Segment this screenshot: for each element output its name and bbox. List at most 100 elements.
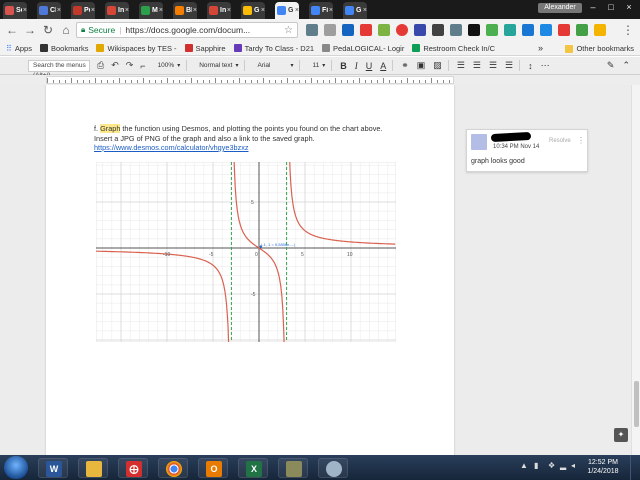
tray-expand-icon[interactable]: ▲ <box>520 461 528 470</box>
tab-close-icon[interactable]: × <box>329 7 333 14</box>
taskbar-word[interactable]: W <box>38 458 68 478</box>
tab-close-icon[interactable]: × <box>363 7 367 14</box>
insert-image-icon[interactable]: ▨ <box>433 60 442 71</box>
bookmark-item[interactable]: PedaLOGICAL- Logir <box>322 44 404 53</box>
bookmark-item[interactable]: Sapphire <box>184 44 226 53</box>
bookmark-star-icon[interactable]: ☆ <box>284 25 293 36</box>
font-select[interactable]: Arial ▾ <box>257 62 293 69</box>
redo-icon[interactable]: ↷ <box>126 60 134 71</box>
extension-icon[interactable] <box>306 24 318 36</box>
text-color-icon[interactable]: A <box>380 61 386 71</box>
browser-tab[interactable]: In × <box>105 2 129 19</box>
taskbar-outlook[interactable]: O <box>198 458 228 478</box>
extension-icon[interactable] <box>396 24 408 36</box>
tab-close-icon[interactable]: × <box>261 7 265 14</box>
volume-icon[interactable]: ◂ <box>571 461 575 470</box>
tab-close-icon[interactable]: × <box>57 7 61 14</box>
browser-tab[interactable]: G × <box>241 2 265 19</box>
extension-icon[interactable] <box>540 24 552 36</box>
address-bar[interactable]: 🔒︎ Secure | https://docs.google.com/docu… <box>76 22 298 38</box>
desmos-link[interactable]: https://www.desmos.com/calculator/vhgye3… <box>94 143 249 152</box>
tab-close-icon[interactable]: × <box>295 7 299 14</box>
browser-tab[interactable]: G × <box>343 2 367 19</box>
extension-icon[interactable] <box>594 24 606 36</box>
taskbar-app[interactable] <box>278 458 308 478</box>
extension-icon[interactable] <box>522 24 534 36</box>
insert-link-icon[interactable]: ⚭ <box>401 60 409 71</box>
underline-icon[interactable]: U <box>366 61 373 71</box>
tab-close-icon[interactable]: × <box>23 7 27 14</box>
extension-icon[interactable] <box>558 24 570 36</box>
vertical-scrollbar[interactable] <box>631 85 640 455</box>
comment-card[interactable]: 10:34 PM Nov 14 Resolve ⋮ graph looks go… <box>466 129 588 172</box>
browser-tab[interactable]: In × <box>207 2 231 19</box>
tab-close-icon[interactable]: × <box>125 7 129 14</box>
taskbar-app[interactable] <box>318 458 348 478</box>
browser-tab[interactable]: Fi × <box>309 2 333 19</box>
scrollbar-thumb[interactable] <box>634 381 639 427</box>
maximize-icon[interactable]: □ <box>602 1 620 13</box>
browser-tab[interactable]: Pe× <box>71 2 95 19</box>
comment-more-icon[interactable]: ⋮ <box>577 136 585 145</box>
font-size-select[interactable]: 11 ▾ <box>312 62 325 69</box>
back-icon[interactable]: ← <box>4 22 20 38</box>
dropbox-icon[interactable]: ❖ <box>548 461 555 470</box>
paint-format-icon[interactable]: ⌐ <box>140 61 145 71</box>
taskbar-excel[interactable]: X <box>238 458 268 478</box>
bookmark-item[interactable]: Restroom Check In/C <box>412 44 495 53</box>
reload-icon[interactable]: ↻ <box>40 22 56 38</box>
more-bookmarks-icon[interactable]: » <box>538 41 543 56</box>
wifi-icon[interactable]: ▂ <box>560 461 566 470</box>
justify-icon[interactable]: ☰ <box>505 60 513 71</box>
tab-close-icon[interactable]: × <box>227 7 231 14</box>
editing-mode-icon[interactable]: ✎ <box>607 60 615 71</box>
align-right-icon[interactable]: ☰ <box>489 60 497 71</box>
bookmark-item[interactable]: Bookmarks <box>39 44 88 53</box>
url-text[interactable]: https://docs.google.com/docum... <box>125 25 284 35</box>
document-page[interactable]: f. Graph the function using Desmos, and … <box>46 85 454 455</box>
close-window-icon[interactable]: × <box>620 1 638 13</box>
extension-icon[interactable] <box>414 24 426 36</box>
align-center-icon[interactable]: ☰ <box>473 60 481 71</box>
print-icon[interactable]: ⎙ <box>97 60 104 71</box>
browser-tab[interactable]: G × <box>275 2 299 19</box>
align-left-icon[interactable]: ☰ <box>457 60 465 71</box>
zoom-select[interactable]: 100% ▾ <box>158 62 181 69</box>
undo-icon[interactable]: ↶ <box>111 60 119 71</box>
explore-icon[interactable]: ✦ <box>614 428 628 442</box>
tab-close-icon[interactable]: × <box>159 7 163 14</box>
collapse-toolbar-icon[interactable]: ⌃ <box>622 60 630 71</box>
tab-close-icon[interactable]: × <box>91 7 95 14</box>
clock[interactable]: 12:52 PM 1/24/2018 <box>582 458 624 476</box>
extension-icon[interactable] <box>450 24 462 36</box>
extension-icon[interactable] <box>468 24 480 36</box>
line-spacing-icon[interactable]: ↕ <box>528 61 533 71</box>
show-desktop-button[interactable] <box>630 455 640 480</box>
browser-tab[interactable]: M × <box>139 2 163 19</box>
insert-comment-icon[interactable]: ▣ <box>417 60 426 71</box>
browser-tab[interactable]: Bl× <box>173 2 197 19</box>
bookmark-item[interactable]: Tardy To Class - D21 <box>233 44 314 53</box>
other-bookmarks[interactable]: Other bookmarks <box>565 41 634 56</box>
resolve-button[interactable]: Resolve <box>549 138 571 144</box>
browser-tab[interactable]: Cl× <box>37 2 61 19</box>
bookmark-item[interactable]: Wikispaces by TES - <box>96 44 177 53</box>
home-icon[interactable]: ⌂ <box>58 22 74 38</box>
extension-icon[interactable] <box>360 24 372 36</box>
extension-icon[interactable] <box>504 24 516 36</box>
tab-close-icon[interactable]: × <box>193 7 197 14</box>
extension-icon[interactable] <box>576 24 588 36</box>
question-paragraph[interactable]: f. Graph the function using Desmos, and … <box>94 124 394 153</box>
minimize-icon[interactable]: – <box>584 1 602 13</box>
browser-tab[interactable]: Sc× <box>3 2 27 19</box>
profile-button[interactable]: Alexander <box>538 3 582 13</box>
italic-icon[interactable]: I <box>355 61 358 71</box>
extension-icon[interactable] <box>378 24 390 36</box>
forward-icon[interactable]: → <box>22 22 38 38</box>
apps-button[interactable]: ⠿ Apps <box>6 44 32 53</box>
extension-icon[interactable] <box>324 24 336 36</box>
taskbar-acrobat[interactable]: ⨁ <box>118 458 148 478</box>
style-select[interactable]: Normal text ▾ <box>199 62 238 69</box>
taskbar-chrome[interactable] <box>158 458 188 478</box>
start-button[interactable] <box>4 456 28 479</box>
